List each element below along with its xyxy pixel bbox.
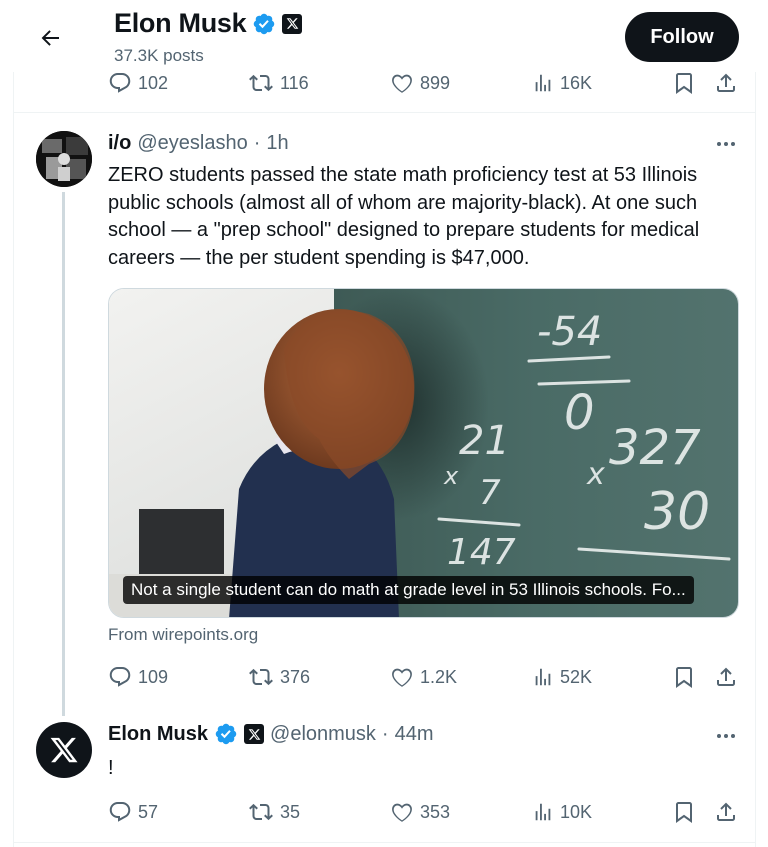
chalk-text: 147	[447, 532, 516, 573]
chalk-text: -54	[537, 309, 602, 355]
like-button[interactable]: 353	[390, 797, 450, 827]
views-count: 16K	[560, 72, 593, 93]
more-icon[interactable]	[712, 726, 740, 746]
views-button[interactable]: 10K	[532, 797, 592, 827]
views-icon	[535, 74, 551, 92]
link-card-image[interactable]: -54 0 327 x 30 21 x 7 147 Not a single s…	[108, 288, 739, 618]
chalk-text: 7	[479, 473, 501, 513]
header-name: Elon Musk	[114, 8, 247, 38]
bookmark-icon	[676, 73, 692, 94]
reply-button[interactable]: 109	[108, 662, 168, 692]
reply-count: 57	[138, 801, 159, 822]
tweet-text: ZERO students passed the state math prof…	[108, 164, 700, 269]
prev-tweet-actions: 102 116 899 16K	[0, 68, 768, 98]
author-handle[interactable]: @elonmusk	[270, 723, 376, 746]
share-button[interactable]	[714, 68, 738, 98]
reply-icon	[109, 73, 131, 93]
divider	[13, 112, 756, 113]
retweet-icon	[249, 74, 273, 92]
reply-button[interactable]: 102	[108, 68, 168, 98]
retweet-button[interactable]: 35	[248, 797, 300, 827]
views-count: 52K	[560, 666, 593, 687]
reply-button[interactable]: 57	[108, 797, 158, 827]
back-arrow-icon	[41, 30, 59, 46]
chalk-text: 30	[644, 482, 710, 542]
timestamp[interactable]: 44m	[395, 723, 434, 746]
chalk-text: x	[586, 457, 605, 492]
tweet-text: !	[108, 757, 114, 779]
verified-badge-icon	[252, 12, 276, 36]
divider	[13, 842, 756, 843]
separator-dot: ·	[381, 722, 389, 745]
chalk-text: 327	[609, 420, 701, 476]
bookmark-button[interactable]	[672, 662, 696, 692]
chalk-text: 21	[459, 418, 510, 464]
share-button[interactable]	[714, 662, 738, 692]
author-name[interactable]: i/o	[108, 132, 131, 155]
author-handle[interactable]: @eyeslasho	[137, 132, 247, 155]
bookmark-icon	[676, 667, 692, 688]
views-icon	[535, 803, 551, 821]
separator-dot: ·	[253, 132, 261, 154]
reply-count: 109	[138, 666, 169, 687]
x-logo-icon	[244, 724, 265, 744]
avatar[interactable]	[36, 722, 92, 778]
share-icon	[717, 73, 735, 92]
retweet-count: 35	[280, 801, 301, 822]
tweet-actions: 57 35 353 10K	[0, 797, 768, 827]
x-logo-icon	[282, 13, 303, 34]
like-button[interactable]: 1.2K	[390, 662, 457, 692]
like-icon	[392, 803, 412, 822]
retweet-icon	[249, 668, 273, 686]
tweet-header: i/o @eyeslasho · 1h	[108, 132, 289, 155]
share-button[interactable]	[714, 797, 738, 827]
post-count: 37.3K posts	[114, 46, 204, 65]
thread-line	[62, 192, 65, 716]
timestamp[interactable]: 1h	[266, 132, 288, 155]
bookmark-button[interactable]	[672, 68, 696, 98]
like-count: 353	[420, 801, 451, 822]
views-button[interactable]: 16K	[532, 68, 592, 98]
chalkboard-photo: -54 0 327 x 30 21 x 7 147	[109, 289, 738, 617]
tweet-actions: 109 376 1.2K 52K	[0, 662, 768, 692]
bookmark-icon	[676, 802, 692, 823]
like-count: 899	[420, 72, 451, 93]
profile-header: Elon Musk 37.3K posts Follow	[0, 0, 768, 72]
follow-button[interactable]: Follow	[625, 12, 739, 62]
chalk-text: 0	[564, 385, 595, 441]
views-icon	[535, 668, 551, 686]
author-name[interactable]: Elon Musk	[108, 723, 208, 746]
retweet-count: 376	[280, 666, 311, 687]
verified-badge-icon	[214, 722, 238, 746]
like-count: 1.2K	[420, 666, 458, 687]
header-name-row: Elon Musk	[114, 8, 303, 39]
share-icon	[717, 667, 735, 686]
retweet-icon	[249, 803, 273, 821]
like-button[interactable]: 899	[390, 68, 450, 98]
more-icon[interactable]	[712, 134, 740, 154]
reply-icon	[109, 667, 131, 687]
views-button[interactable]: 52K	[532, 662, 592, 692]
reply-icon	[109, 802, 131, 822]
bookmark-button[interactable]	[672, 797, 696, 827]
retweet-button[interactable]: 116	[248, 68, 309, 98]
avatar[interactable]	[36, 131, 92, 187]
like-icon	[392, 668, 412, 687]
x-logo-icon	[50, 737, 78, 763]
media-caption: Not a single student can do math at grad…	[123, 576, 694, 604]
views-count: 10K	[560, 801, 593, 822]
reply-count: 102	[138, 72, 169, 93]
like-icon	[392, 74, 412, 93]
link-source[interactable]: From wirepoints.org	[108, 625, 258, 645]
back-button[interactable]	[34, 22, 66, 54]
retweet-button[interactable]: 376	[248, 662, 310, 692]
retweet-count: 116	[280, 72, 309, 93]
tweet-header: Elon Musk @elonmusk · 44m	[108, 722, 434, 746]
share-icon	[717, 802, 735, 821]
chalk-text: x	[443, 462, 459, 490]
